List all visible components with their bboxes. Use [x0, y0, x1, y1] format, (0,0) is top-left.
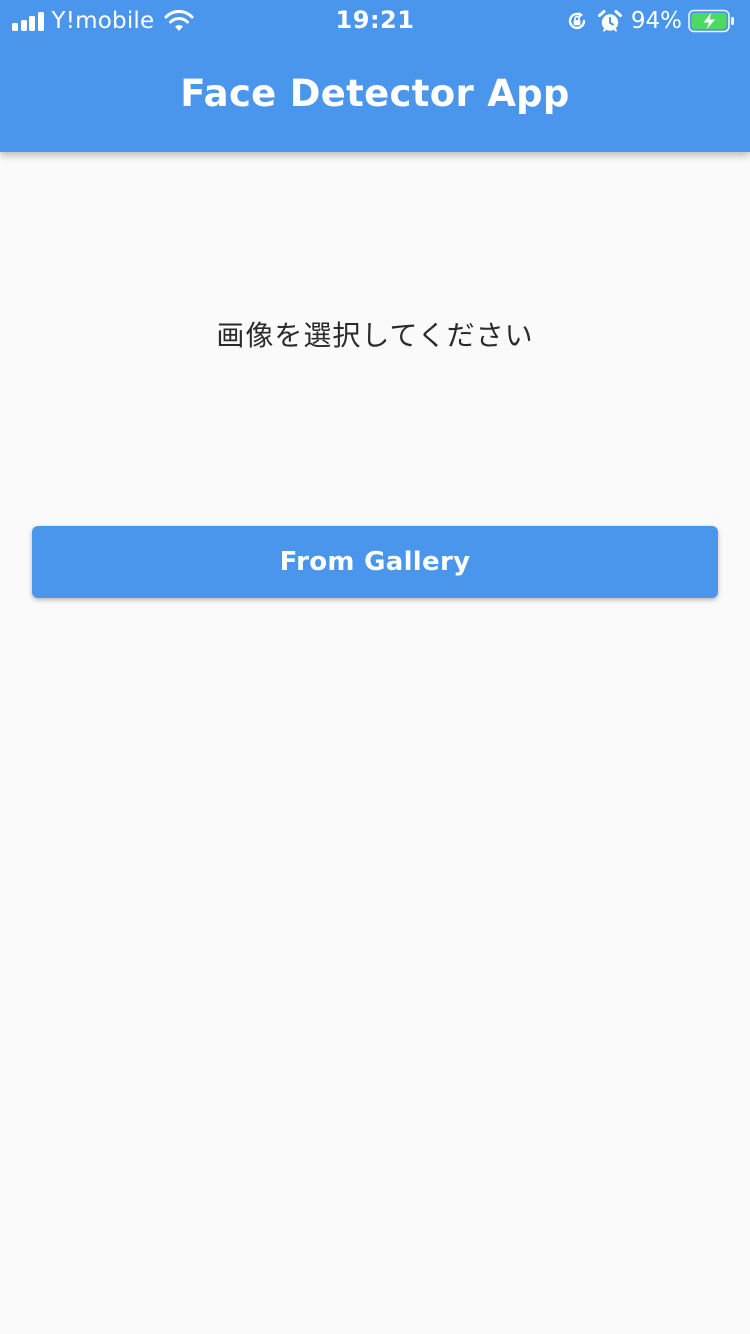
app-bar: Y!mobile 19:21 94% Face Detector App	[0, 0, 750, 152]
orientation-lock-icon	[568, 12, 586, 30]
battery-charging-icon	[688, 9, 734, 33]
app-screen: Y!mobile 19:21 94% Face Detector App 画像を…	[0, 0, 750, 1334]
alarm-icon	[597, 10, 622, 32]
battery-percent: 94%	[630, 8, 682, 34]
from-gallery-button[interactable]: From Gallery	[32, 526, 718, 598]
select-image-prompt: 画像を選択してください	[216, 319, 534, 352]
status-right: 94%	[565, 6, 736, 36]
app-title: Face Detector App	[180, 72, 570, 115]
status-bar: Y!mobile 19:21 94%	[0, 0, 750, 40]
